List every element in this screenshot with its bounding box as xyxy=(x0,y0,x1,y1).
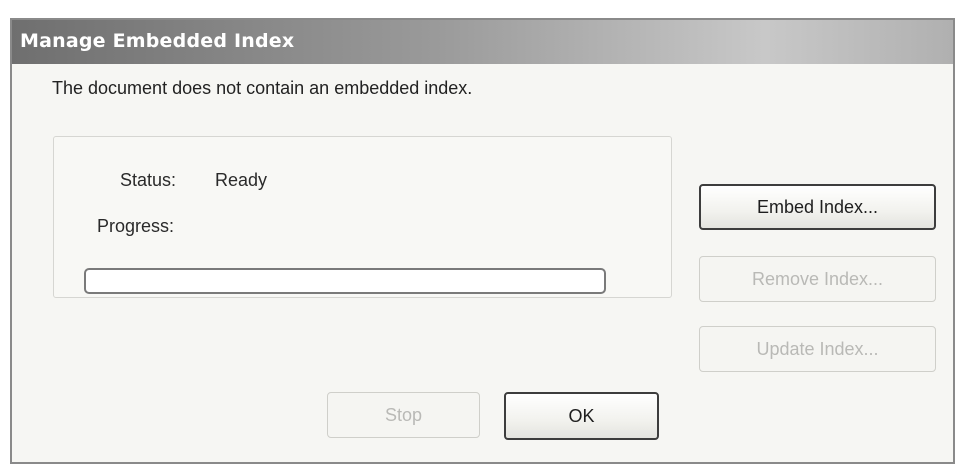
ok-button[interactable]: OK xyxy=(504,392,659,440)
window-title: Manage Embedded Index xyxy=(20,30,295,52)
index-message: The document does not contain an embedde… xyxy=(52,78,473,98)
status-label: Status: xyxy=(120,170,177,190)
progress-bar xyxy=(84,268,606,294)
status-value: Ready xyxy=(215,170,268,190)
manage-embedded-index-dialog: Manage Embedded Index The document does … xyxy=(10,18,955,464)
progress-label: Progress: xyxy=(97,216,175,236)
stop-button[interactable]: Stop xyxy=(327,392,480,438)
embed-index-button[interactable]: Embed Index... xyxy=(699,184,936,230)
remove-index-button[interactable]: Remove Index... xyxy=(699,256,936,302)
update-index-button[interactable]: Update Index... xyxy=(699,326,936,372)
title-bar[interactable]: Manage Embedded Index xyxy=(12,20,953,64)
